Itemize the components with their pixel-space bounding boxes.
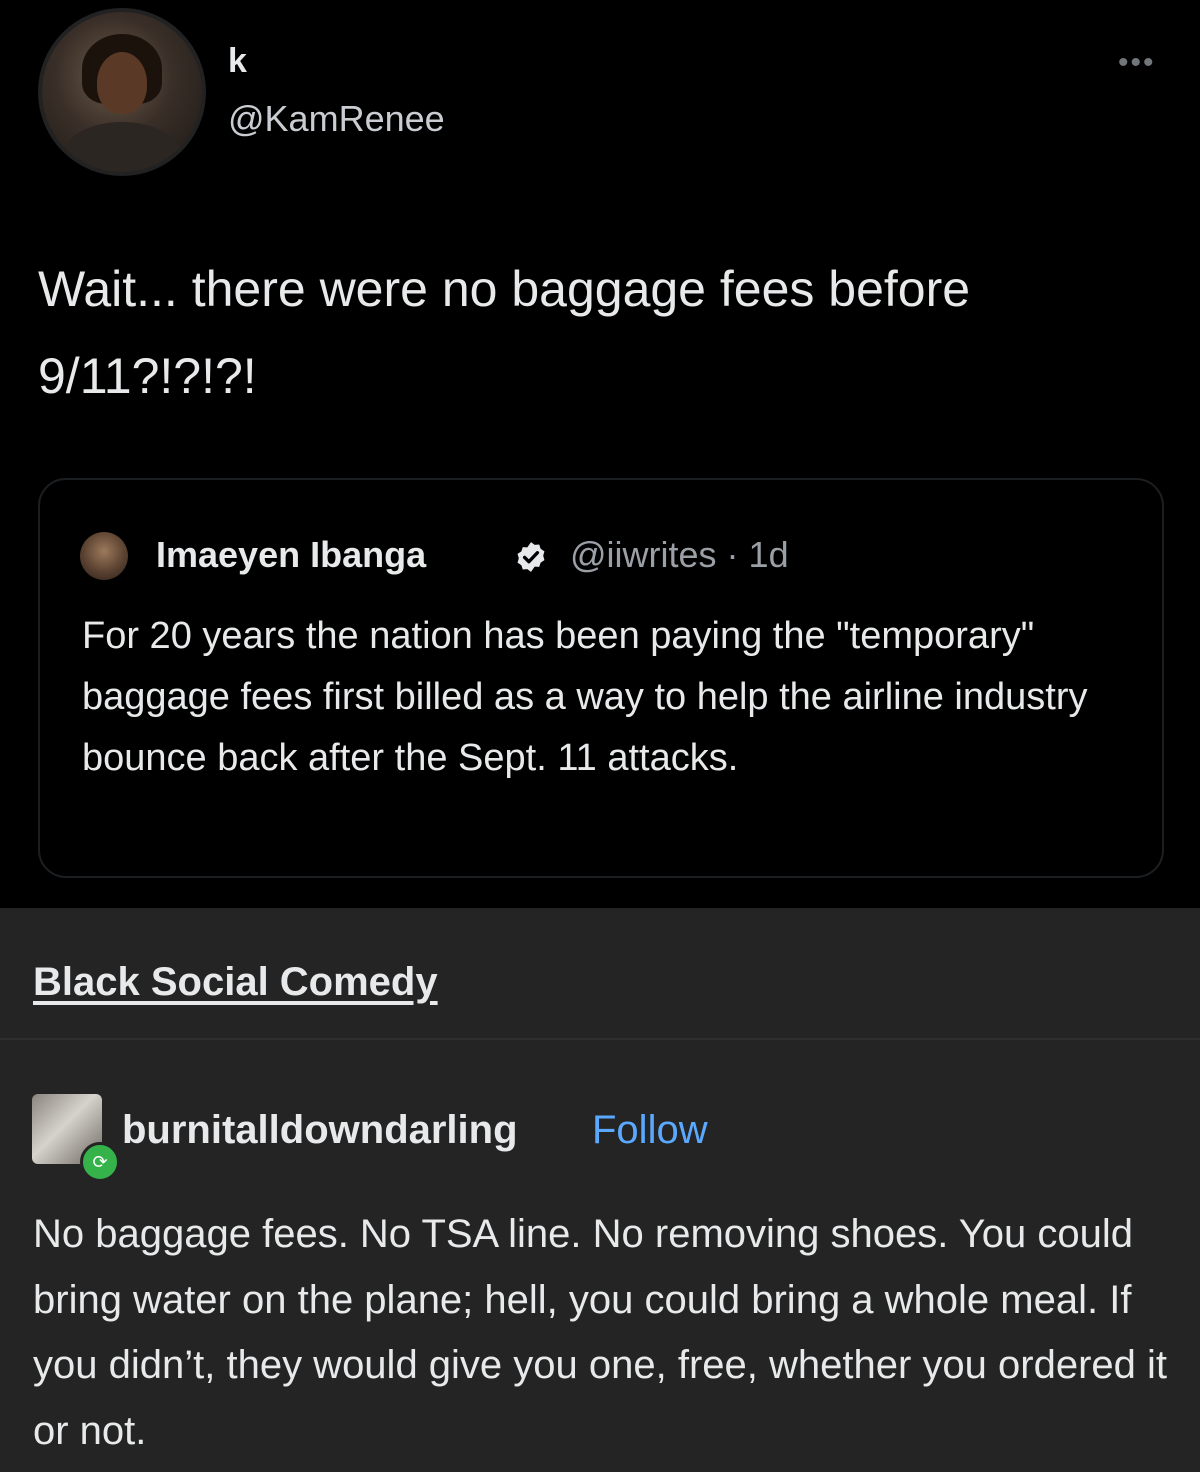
tumblr-username[interactable]: burnitalldowndarling [122, 1108, 518, 1153]
verified-icon [517, 542, 545, 572]
avatar-body-shape [62, 122, 182, 172]
source-link[interactable]: Black Social Comedy [33, 960, 438, 1005]
quoted-author-avatar[interactable] [80, 532, 128, 580]
quoted-tweet[interactable]: Imaeyen Ibanga @iiwrites · 1d For 20 yea… [38, 478, 1164, 878]
author-avatar[interactable] [38, 8, 206, 176]
author-display-name[interactable]: k [228, 42, 247, 81]
follow-button[interactable]: Follow [592, 1108, 708, 1153]
tumblr-post-text: No baggage fees. No TSA line. No removin… [33, 1212, 1168, 1453]
reblog-icon: ⟳ [80, 1142, 120, 1182]
more-icon[interactable]: ••• [1118, 46, 1156, 80]
tweet-card: k @KamRenee ••• Wait... there were no ba… [0, 0, 1200, 908]
avatar-face-shape [97, 52, 147, 114]
author-handle[interactable]: @KamRenee [228, 98, 445, 140]
divider [0, 1038, 1200, 1040]
quoted-tweet-text: For 20 years the nation has been paying … [82, 615, 1088, 779]
tweet-text: Wait... there were no baggage fees befor… [38, 261, 971, 404]
quoted-author-handle-time[interactable]: @iiwrites · 1d [570, 534, 789, 576]
quoted-author-name[interactable]: Imaeyen Ibanga [156, 534, 426, 576]
tumblr-post: Black Social Comedy ⟳ burnitalldowndarli… [0, 908, 1200, 1472]
